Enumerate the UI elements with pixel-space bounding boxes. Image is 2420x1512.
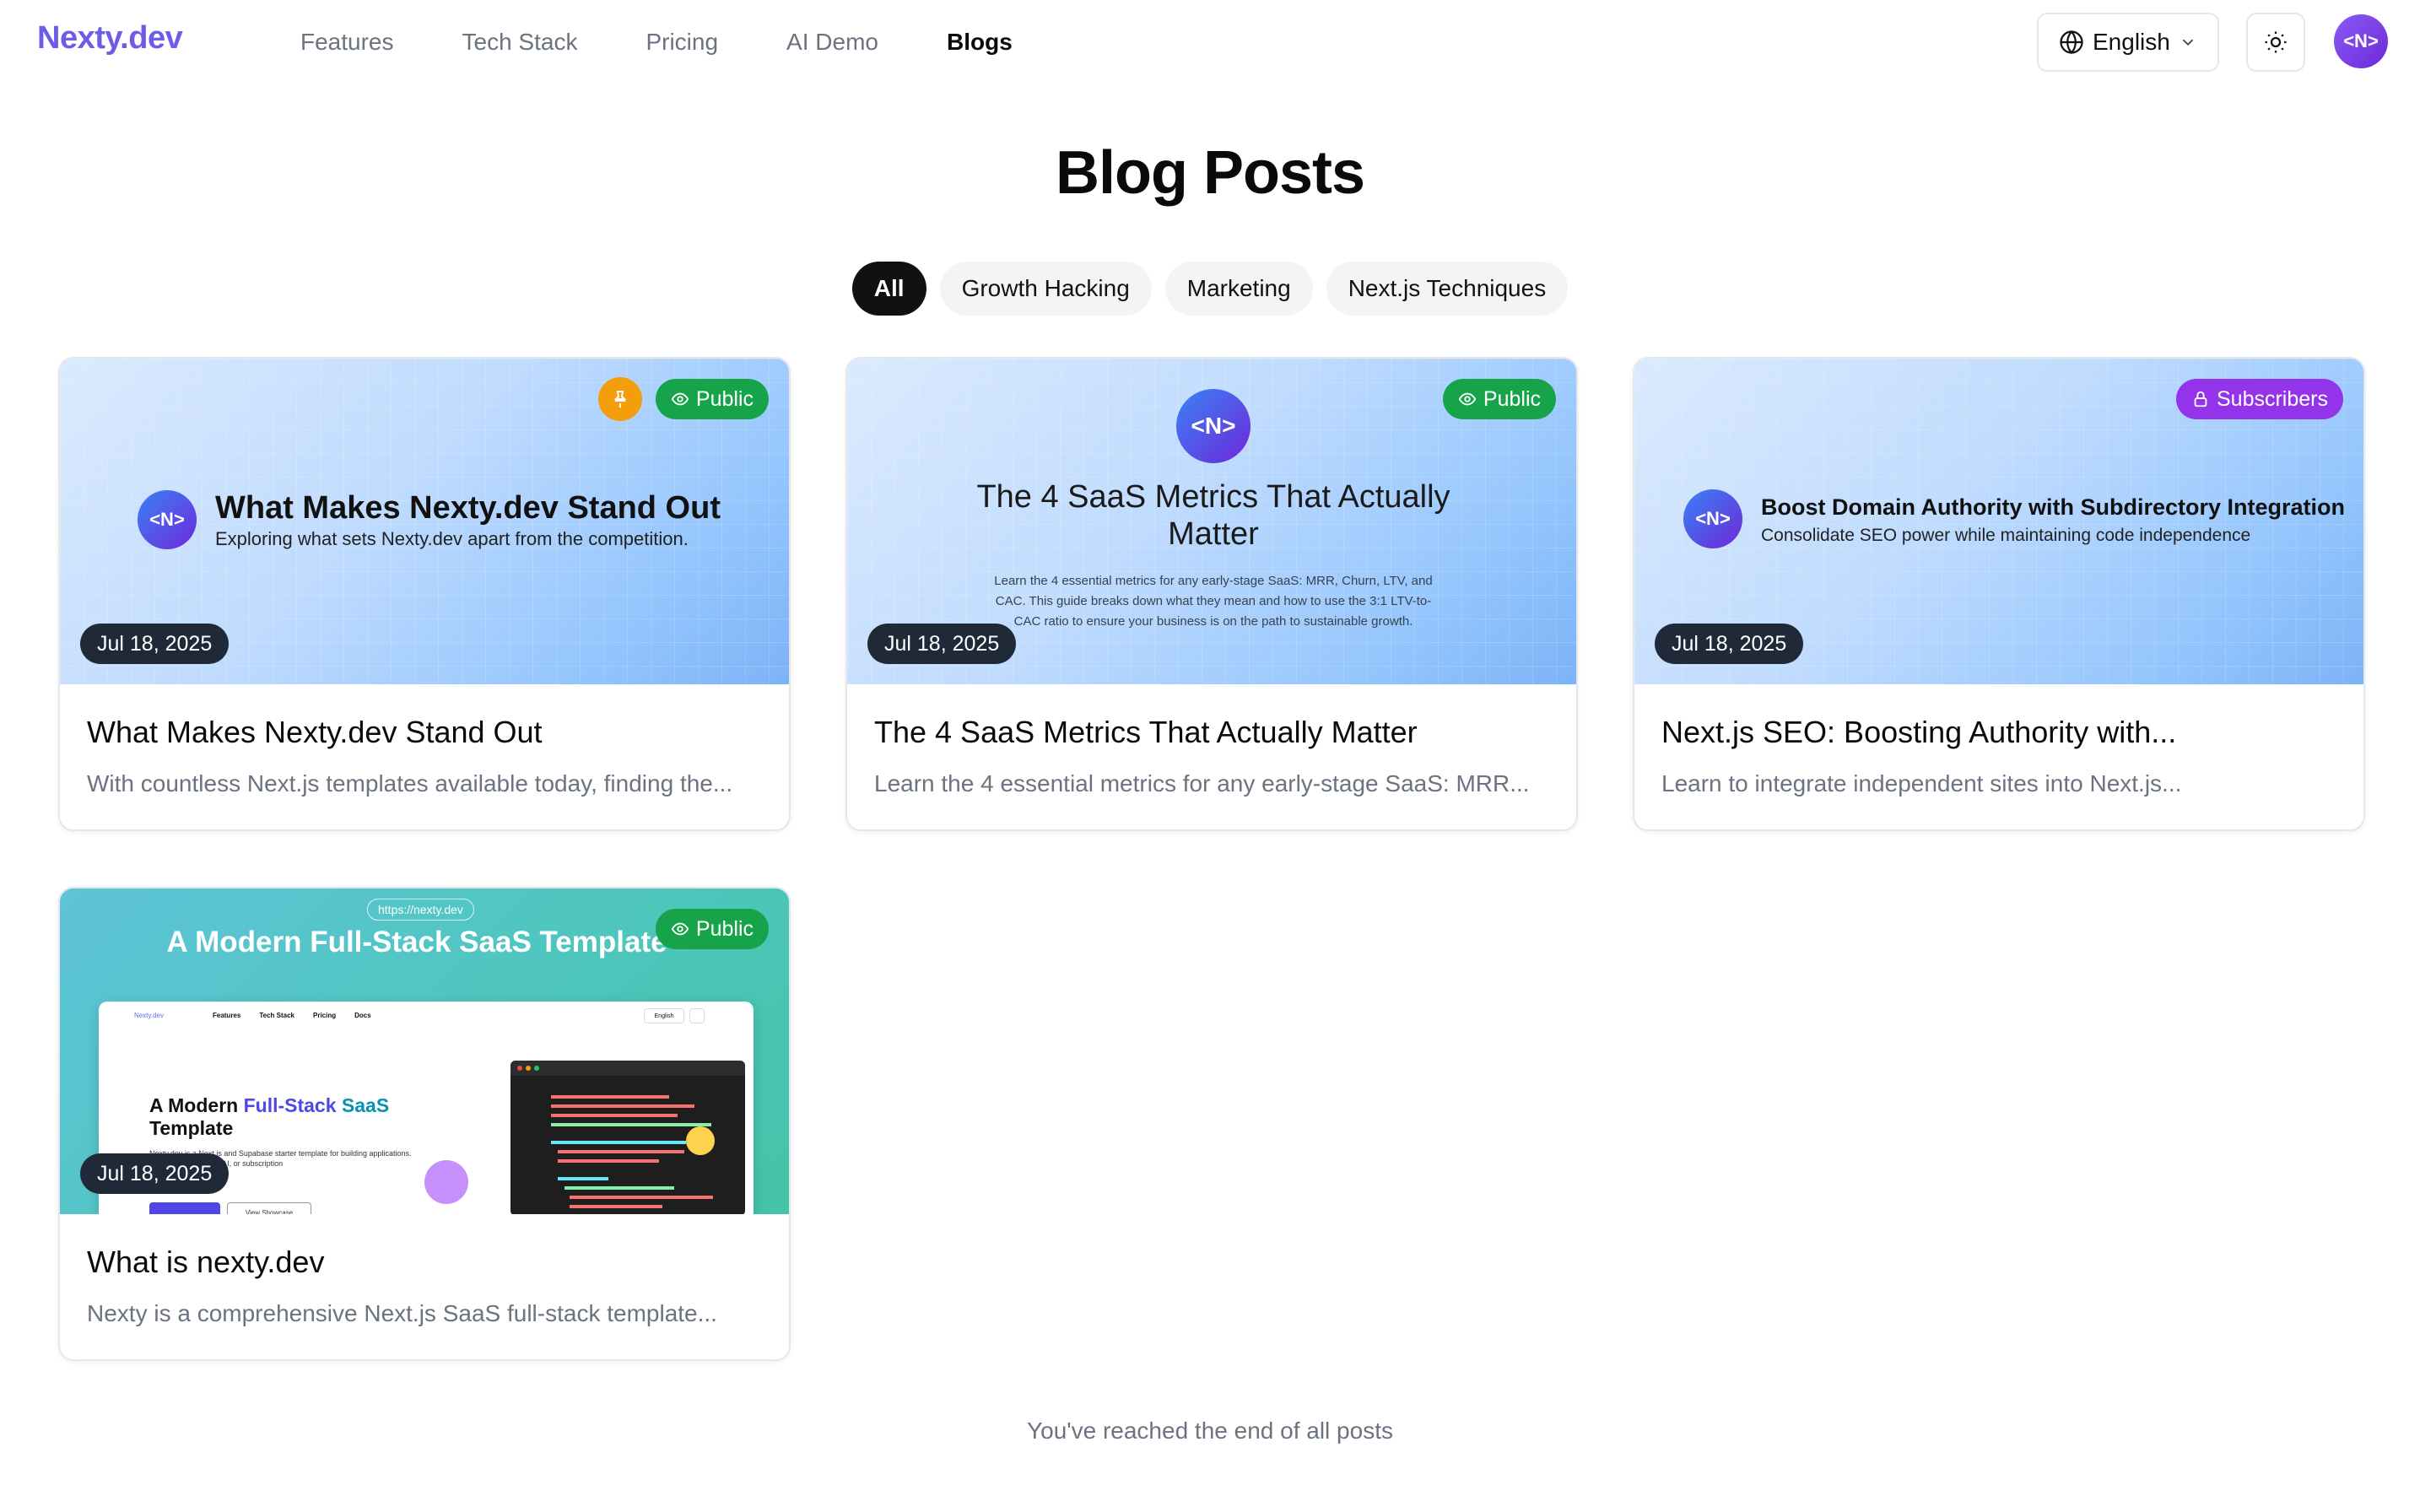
decorative-circle xyxy=(686,1126,715,1155)
preview-hero-heading: A Modern Full-Stack SaaS Template xyxy=(149,1094,389,1140)
date-badge: Jul 18, 2025 xyxy=(80,624,230,664)
preview-hero-text: Template xyxy=(149,1117,234,1139)
window-dot-icon xyxy=(534,1066,539,1071)
date-badge: Jul 18, 2025 xyxy=(80,1153,230,1194)
visibility-label: Subscribers xyxy=(2217,386,2328,411)
preview-nav: Nexty.dev Features Tech Stack Pricing Do… xyxy=(134,1012,371,1019)
preview-hero-text: A Modern xyxy=(149,1094,244,1116)
visibility-badge: Public xyxy=(655,909,769,949)
thumbnail-url-pill: https://nexty.dev xyxy=(367,899,474,921)
theme-toggle-button[interactable] xyxy=(2246,13,2305,72)
visibility-badge: Public xyxy=(655,379,769,419)
preview-theme-toggle xyxy=(689,1008,705,1023)
date-badge: Jul 18, 2025 xyxy=(867,624,1017,664)
preview-hero-gradient-text: Full-Stack xyxy=(243,1094,342,1116)
end-of-posts-message: You've reached the end of all posts xyxy=(1027,1418,1393,1444)
nav-ai-demo[interactable]: AI Demo xyxy=(786,27,878,57)
post-description: Learn to integrate independent sites int… xyxy=(1661,770,2182,796)
eye-icon xyxy=(1458,392,1477,406)
eye-icon xyxy=(671,922,689,936)
post-card[interactable]: <N> Boost Domain Authority with Subdirec… xyxy=(1633,357,2365,831)
preview-nav-brand: Nexty.dev xyxy=(134,1012,164,1019)
language-selector[interactable]: English xyxy=(2037,13,2219,72)
date-badge: Jul 18, 2025 xyxy=(1655,624,1804,664)
visibility-label: Public xyxy=(695,386,754,411)
post-card[interactable]: https://nexty.dev A Modern Full-Stack Sa… xyxy=(58,887,791,1361)
lock-icon xyxy=(2194,391,2207,408)
post-thumbnail[interactable]: <N> What Makes Nexty.dev Stand Out Explo… xyxy=(60,359,789,684)
filter-all[interactable]: All xyxy=(851,262,926,316)
post-title[interactable]: Next.js SEO: Boosting Authority with... xyxy=(1661,715,2176,750)
post-card[interactable]: <N> The 4 SaaS Metrics That Actually Mat… xyxy=(845,357,1578,831)
preview-hero-gradient-text: SaaS xyxy=(341,1094,390,1116)
nexty-logo-icon: <N> xyxy=(138,490,197,549)
thumbnail-heading: The 4 SaaS Metrics That Actually Matter xyxy=(976,479,1450,552)
visibility-badge: Subscribers xyxy=(2176,379,2343,419)
filter-nextjs-techniques[interactable]: Next.js Techniques xyxy=(1326,262,1569,316)
post-thumbnail[interactable]: <N> The 4 SaaS Metrics That Actually Mat… xyxy=(847,359,1576,684)
post-title[interactable]: What Makes Nexty.dev Stand Out xyxy=(87,715,543,750)
user-avatar[interactable]: <N> xyxy=(2334,14,2388,68)
nav-blogs[interactable]: Blogs xyxy=(947,27,1013,57)
code-lines-graphic xyxy=(550,1095,713,1208)
filter-marketing[interactable]: Marketing xyxy=(1164,262,1313,316)
post-description: Learn the 4 essential metrics for any ea… xyxy=(874,770,1530,796)
post-thumbnail[interactable]: https://nexty.dev A Modern Full-Stack Sa… xyxy=(60,888,789,1214)
globe-icon xyxy=(2060,30,2083,55)
preview-secondary-button: View Showcase xyxy=(227,1202,311,1214)
eye-icon xyxy=(671,392,689,406)
visibility-label: Public xyxy=(695,916,754,941)
thumbnail-heading: What Makes Nexty.dev Stand Out xyxy=(215,490,721,526)
post-title[interactable]: The 4 SaaS Metrics That Actually Matter xyxy=(874,715,1418,750)
thumbnail-content: <N> Boost Domain Authority with Subdirec… xyxy=(1683,489,2345,548)
post-title[interactable]: What is nexty.dev xyxy=(87,1245,324,1280)
window-dot-icon xyxy=(517,1066,522,1071)
window-dot-icon xyxy=(526,1066,531,1071)
site-header: Nexty.dev Features Tech Stack Pricing AI… xyxy=(0,0,2420,86)
pin-icon xyxy=(613,391,627,408)
thumbnail-content: <N> What Makes Nexty.dev Stand Out Explo… xyxy=(138,489,721,550)
decorative-circle xyxy=(424,1160,468,1204)
preview-nav-item: Tech Stack xyxy=(259,1012,294,1019)
preview-nav-item: Features xyxy=(212,1012,241,1019)
nexty-logo-icon: <N> xyxy=(1176,389,1251,463)
thumbnail-subheading: Consolidate SEO power while maintaining … xyxy=(1761,526,2251,545)
sun-icon xyxy=(2265,31,2287,53)
post-thumbnail[interactable]: <N> Boost Domain Authority with Subdirec… xyxy=(1634,359,2363,684)
code-window-titlebar xyxy=(510,1061,745,1076)
category-filters: All Growth Hacking Marketing Next.js Tec… xyxy=(0,262,2420,316)
site-logo[interactable]: Nexty.dev xyxy=(37,20,183,57)
post-description: With countless Next.js templates availab… xyxy=(87,770,733,796)
nav-pricing[interactable]: Pricing xyxy=(646,27,718,57)
page-title: Blog Posts xyxy=(1055,139,1365,207)
preview-nav-item: Docs xyxy=(354,1012,371,1019)
filter-growth-hacking[interactable]: Growth Hacking xyxy=(939,262,1152,316)
nav-tech-stack[interactable]: Tech Stack xyxy=(462,27,578,57)
pin-badge xyxy=(598,377,642,421)
language-label: English xyxy=(2093,29,2170,55)
chevron-down-icon xyxy=(2182,39,2193,46)
main-nav: Features Tech Stack Pricing AI Demo Blog… xyxy=(300,27,1081,57)
thumbnail-subheading: Learn the 4 essential metrics for any ea… xyxy=(994,574,1433,629)
preview-nav-item: Pricing xyxy=(313,1012,337,1019)
thumbnail-subheading: Exploring what sets Nexty.dev apart from… xyxy=(215,528,689,549)
preview-primary-button xyxy=(149,1202,220,1214)
visibility-label: Public xyxy=(1483,386,1541,411)
post-card[interactable]: <N> What Makes Nexty.dev Stand Out Explo… xyxy=(58,357,791,831)
nav-features[interactable]: Features xyxy=(300,27,394,57)
visibility-badge: Public xyxy=(1442,379,1556,419)
nexty-logo-icon: <N> xyxy=(1683,489,1742,548)
preview-language-selector: English xyxy=(644,1008,684,1023)
thumbnail-heading: Boost Domain Authority with Subdirectory… xyxy=(1761,494,2346,520)
post-description: Nexty is a comprehensive Next.js SaaS fu… xyxy=(87,1300,717,1326)
